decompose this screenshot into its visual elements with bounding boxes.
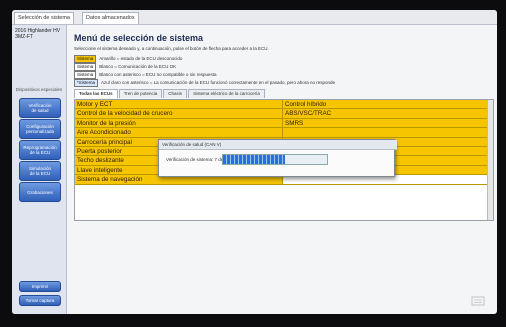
top-tab-strip: Selección de sistema Datos almacenados: [12, 10, 497, 25]
table-row: Control de la velocidad de crucero ABS/V…: [75, 109, 493, 119]
system-cell[interactable]: ABS/VSC/TRAC: [283, 109, 493, 119]
tab-chassis[interactable]: Chasis: [163, 89, 188, 98]
legend-swatch-lightblue: *Sistema: [74, 78, 99, 87]
table-row: Aire Acondicionado: [75, 128, 493, 138]
grid-scrollbar[interactable]: [487, 100, 493, 220]
left-sidebar: 2016 Highlander HV ЗМZ-FT Dispositivos e…: [12, 25, 67, 314]
legend-item: Sistema Blanco con asterisco = ECU no co…: [74, 70, 217, 79]
instruction-text: Seleccione el sistema deseado y, a conti…: [74, 46, 269, 51]
legend-item: *Sistema Azul claro con asterisco = La c…: [74, 78, 336, 87]
special-functions-header: Dispositivos especiales: [15, 87, 63, 92]
health-check-button[interactable]: Verificación de salud: [19, 98, 61, 118]
keyboard-icon[interactable]: [471, 294, 485, 308]
legend-item: Sistema Amarillo = estado de la ECU desc…: [74, 54, 183, 63]
legend-swatch-white: Sistema: [74, 62, 97, 71]
legend-swatch-yellow: Sistema: [74, 54, 97, 63]
progress-text: Verificación de sistema: 7 de 37: [166, 157, 230, 162]
progress-bar: [222, 154, 328, 165]
tab-stored-data[interactable]: Datos almacenados: [82, 12, 139, 24]
customize-settings-button[interactable]: Configuración personalizada: [19, 119, 61, 139]
system-cell[interactable]: SMRS: [283, 118, 493, 129]
legend-item: Sistema Blanco = Comunicación de la ECU …: [74, 62, 177, 71]
health-check-dialog: Verificación de salud (CAN V) Verificaci…: [158, 139, 397, 177]
table-row: Monitor de la presión SMRS: [75, 118, 493, 129]
progress-fill: [223, 155, 286, 164]
system-cell[interactable]: Control de la velocidad de crucero: [75, 109, 283, 119]
tab-system-selection[interactable]: Selección de sistema: [14, 12, 74, 24]
tab-body-electrical[interactable]: Sistema eléctrico de la carrocería: [188, 89, 265, 98]
print-button[interactable]: Imprimir: [19, 281, 61, 292]
ecu-reprogramming-button[interactable]: Reprogramación de la ECU: [19, 140, 61, 160]
system-cell[interactable]: Monitor de la presión: [75, 118, 283, 129]
page-title: Menú de selección de sistema: [74, 33, 204, 43]
system-cell[interactable]: Aire Acondicionado: [75, 128, 283, 138]
system-cell[interactable]: Control híbrido: [283, 100, 493, 110]
tab-powertrain[interactable]: Tren de potencia: [118, 89, 163, 98]
legend-text: Blanco con asterisco = ECU no compatible…: [99, 72, 217, 77]
system-tabs: Todas las ECUs Tren de potencia Chasis S…: [74, 89, 266, 98]
legend-text: Amarillo = estado de la ECU desconocido: [99, 56, 183, 61]
diagnostic-screen: Selección de sistema Datos almacenados 2…: [12, 10, 497, 314]
capture-button[interactable]: Tomar captura: [19, 295, 61, 306]
legend-text: Azul claro con asterisco = La comunicaci…: [101, 80, 336, 85]
table-row: Motor y ECT Control híbrido: [75, 100, 493, 110]
system-cell[interactable]: Motor y ECT: [75, 100, 283, 110]
dialog-title: Verificación de salud (CAN V): [159, 140, 397, 150]
legend-swatch-white-asterisk: Sistema: [74, 70, 97, 79]
system-cell[interactable]: [283, 128, 493, 138]
legend-text: Blanco = Comunicación de la ECU OK: [99, 64, 177, 69]
recordings-button[interactable]: Grabaciones: [19, 182, 61, 202]
vehicle-info: 2016 Highlander HV ЗМZ-FT: [15, 28, 63, 40]
vehicle-engine: ЗМZ-FT: [15, 34, 34, 40]
ecu-simulation-button[interactable]: Simulación de la ECU: [19, 161, 61, 181]
tab-all-ecus[interactable]: Todas las ECUs: [74, 89, 118, 98]
